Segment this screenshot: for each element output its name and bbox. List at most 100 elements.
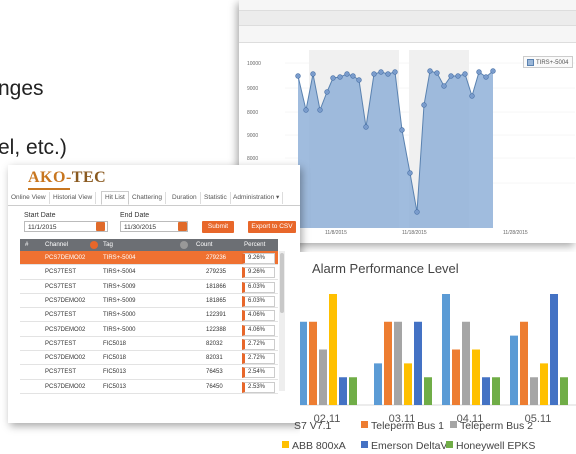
cell-tag: TIRS+-5009 xyxy=(103,283,136,290)
col-tag[interactable]: Tag xyxy=(103,239,113,251)
percent-cell: 9.26% xyxy=(242,265,275,279)
cell-percent: 4.06% xyxy=(242,324,275,336)
series-point xyxy=(385,71,391,77)
submit-button[interactable]: Submit xyxy=(202,221,234,233)
cell-count: 279235 xyxy=(206,269,227,276)
cell-percent: 2.53% xyxy=(242,381,275,393)
tab-online-view[interactable]: Online View xyxy=(8,192,50,204)
series-point xyxy=(434,70,440,76)
cell-tag: TIRS+-5004 xyxy=(103,269,136,276)
table-row[interactable]: PCS7DEMO02 TIRS+-5000 122388 4.06% xyxy=(20,323,278,337)
legend-swatch xyxy=(527,59,534,66)
export-csv-button[interactable]: Export to CSV xyxy=(248,221,296,233)
cell-percent: 4.06% xyxy=(242,310,275,322)
bar-teleperm-bus-2 xyxy=(394,321,402,405)
cell-channel: PCS7TEST xyxy=(45,269,77,276)
series-point xyxy=(310,71,316,77)
series-point xyxy=(356,77,362,83)
table-row[interactable]: PCS7TEST TIRS+-5004 279235 9.26% xyxy=(20,265,278,280)
series-point xyxy=(490,68,496,74)
cell-count: 122388 xyxy=(206,326,227,333)
bar-s7-v7-1 xyxy=(510,335,518,405)
series-point xyxy=(441,83,447,89)
tab-duration[interactable]: Duration xyxy=(169,192,201,204)
cell-tag: FIC5013 xyxy=(103,383,127,390)
cell-channel: PCS7TEST xyxy=(45,283,77,290)
table-row[interactable]: PCS7TEST FIC5013 76453 2.54% xyxy=(20,365,278,380)
percent-cell: 9.26% xyxy=(242,251,275,265)
col-channel[interactable]: Channel xyxy=(45,239,68,251)
table-row[interactable]: PCS7DEMO02 FIC5018 82031 2.72% xyxy=(20,351,278,366)
cell-percent: 2.72% xyxy=(242,353,275,365)
y-tick-label: 9000 xyxy=(247,86,258,92)
table-row[interactable]: PCS7DEMO02 TIRS+-5009 181865 6.03% xyxy=(20,294,278,309)
cell-tag: TIRS+-5004 xyxy=(103,255,136,261)
cell-count: 122391 xyxy=(206,312,227,319)
series-point xyxy=(455,73,461,79)
chevron-down-icon[interactable] xyxy=(180,241,188,249)
series-point xyxy=(295,73,301,79)
bar-emerson-deltav xyxy=(482,377,490,405)
series-point xyxy=(337,74,343,80)
bar-teleperm-bus-2 xyxy=(530,377,538,405)
ako-tec-app: AKO-TEC Online View Historial View Hit L… xyxy=(8,165,300,423)
bar-honeywell-epks xyxy=(492,377,500,405)
series-point xyxy=(344,71,350,77)
cell-channel: PCS7TEST xyxy=(45,369,77,376)
background-text-line-2: el, etc.) xyxy=(0,136,67,159)
legend-emerson: Emerson DeltaV xyxy=(361,440,447,452)
y-tick-label: 8000 xyxy=(247,110,258,116)
tab-historial-view[interactable]: Historial View xyxy=(50,192,97,204)
tab-chattering[interactable]: Chattering xyxy=(129,192,166,204)
series-point xyxy=(392,69,398,75)
bar-teleperm-bus-2 xyxy=(319,349,327,405)
cell-count: 76453 xyxy=(206,369,223,376)
cell-count: 82032 xyxy=(206,340,223,347)
calendar-icon[interactable] xyxy=(178,222,187,231)
cell-tag: TIRS+-5000 xyxy=(103,312,136,319)
percent-cell: 4.06% xyxy=(242,323,275,337)
table-header: # Channel Tag Count Percent xyxy=(20,239,278,251)
cell-count: 181866 xyxy=(206,283,227,290)
series-point xyxy=(371,71,377,77)
bar-s7-v7-1 xyxy=(300,321,307,405)
tab-hit-list[interactable]: Hit List xyxy=(101,191,129,205)
series-point xyxy=(469,93,475,99)
series-point xyxy=(378,69,384,75)
table-row[interactable]: PCS7TEST TIRS+-5009 181866 6.03% xyxy=(20,280,278,294)
filter-icon[interactable] xyxy=(90,241,98,249)
table-row[interactable]: PCS7DEMO02 TIRS+-5004 279236 9.26% xyxy=(20,251,278,266)
bar-abb-800xa xyxy=(472,349,480,405)
trend-legend[interactable]: TIRS+-5004 xyxy=(523,56,573,68)
tab-statistic[interactable]: Statistic xyxy=(201,192,231,204)
x-tick-label: 11/8/2015 xyxy=(325,230,347,236)
legend-teleperm-bus-2: Teleperm Bus 2 xyxy=(450,420,533,432)
cell-channel: PCS7TEST xyxy=(45,312,77,319)
cell-count: 82031 xyxy=(206,355,223,362)
table-row[interactable]: PCS7TEST TIRS+-5000 122391 4.06% xyxy=(20,308,278,323)
end-date-label: End Date xyxy=(120,212,150,219)
table-row[interactable]: PCS7DEMO02 FIC5013 76450 2.53% xyxy=(20,380,278,394)
cell-channel: PCS7DEMO02 xyxy=(45,297,86,304)
calendar-icon[interactable] xyxy=(96,222,105,231)
table-row[interactable]: PCS7TEST FIC5018 82032 2.72% xyxy=(20,337,278,352)
series-point xyxy=(462,71,468,77)
bar-teleperm-bus-1 xyxy=(520,321,528,405)
series-point xyxy=(303,107,309,113)
series-point xyxy=(427,68,433,74)
ako-tec-logo: AKO-TEC xyxy=(28,169,107,186)
tab-bar: Online View Historial View Hit List Chat… xyxy=(8,191,300,206)
tab-administration[interactable]: Administration ▾ xyxy=(230,192,284,204)
table-scrollbar[interactable] xyxy=(279,251,285,391)
cell-percent: 6.03% xyxy=(242,295,275,307)
bar-honeywell-epks xyxy=(560,377,568,405)
x-tick-label: 11/28/2015 xyxy=(503,230,528,236)
cell-percent: 2.54% xyxy=(242,367,275,379)
bar-honeywell-epks xyxy=(349,377,357,405)
col-count[interactable]: Count xyxy=(196,239,213,251)
series-point xyxy=(399,127,405,133)
col-percent[interactable]: Percent xyxy=(244,239,265,251)
cell-count: 76450 xyxy=(206,383,223,390)
bar-honeywell-epks xyxy=(424,377,432,405)
bar-teleperm-bus-1 xyxy=(309,321,317,405)
